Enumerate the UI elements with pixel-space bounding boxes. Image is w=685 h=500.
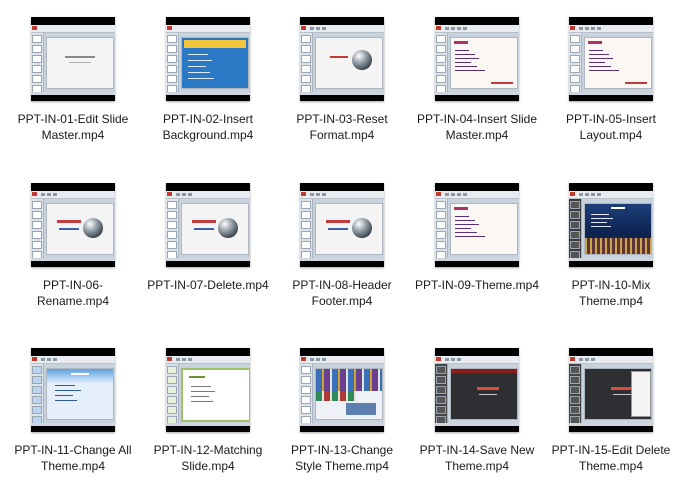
agenda-slide-icon <box>569 17 653 101</box>
file-name[interactable]: PPT-IN-05-Insert Layout.mp4 <box>545 111 677 143</box>
agenda-slide-icon <box>435 17 519 101</box>
globe-title-icon <box>31 183 115 267</box>
dark-theme-slide-icon <box>435 348 519 432</box>
file-name[interactable]: PPT-IN-07-Delete.mp4 <box>142 277 274 293</box>
city-night-agenda-icon <box>569 183 653 267</box>
globe-title-icon <box>300 183 384 267</box>
file-name[interactable]: PPT-IN-04-Insert Slide Master.mp4 <box>411 111 543 143</box>
green-theme-slide-icon <box>166 348 250 432</box>
file-name[interactable]: PPT-IN-08-Header Footer.mp4 <box>276 277 408 309</box>
blue-theme-slide-icon <box>31 348 115 432</box>
globe-title-icon <box>166 183 250 267</box>
file-name[interactable]: PPT-IN-10-Mix Theme.mp4 <box>545 277 677 309</box>
slide-master-title-icon <box>31 17 115 101</box>
theme-gallery-icon <box>300 348 384 432</box>
file-name[interactable]: PPT-IN-02-Insert Background.mp4 <box>142 111 274 143</box>
background-agenda-icon <box>166 17 250 101</box>
file-name[interactable]: PPT-IN-11-Change All Theme.mp4 <box>7 442 139 474</box>
file-name[interactable]: PPT-IN-03-Reset Format.mp4 <box>276 111 408 143</box>
file-name[interactable]: PPT-IN-12-Matching Slide.mp4 <box>142 442 274 474</box>
dark-theme-menu-icon <box>569 348 653 432</box>
file-name[interactable]: PPT-IN-15-Edit Delete Theme.mp4 <box>545 442 677 474</box>
globe-title-icon <box>300 17 384 101</box>
file-name[interactable]: PPT-IN-09-Theme.mp4 <box>411 277 543 293</box>
file-name[interactable]: PPT-IN-06-Rename.mp4 <box>7 277 139 309</box>
file-name[interactable]: PPT-IN-13-Change Style Theme.mp4 <box>276 442 408 474</box>
file-name[interactable]: PPT-IN-14-Save New Theme.mp4 <box>411 442 543 474</box>
file-name[interactable]: PPT-IN-01-Edit Slide Master.mp4 <box>7 111 139 143</box>
agenda-slide-icon <box>435 183 519 267</box>
